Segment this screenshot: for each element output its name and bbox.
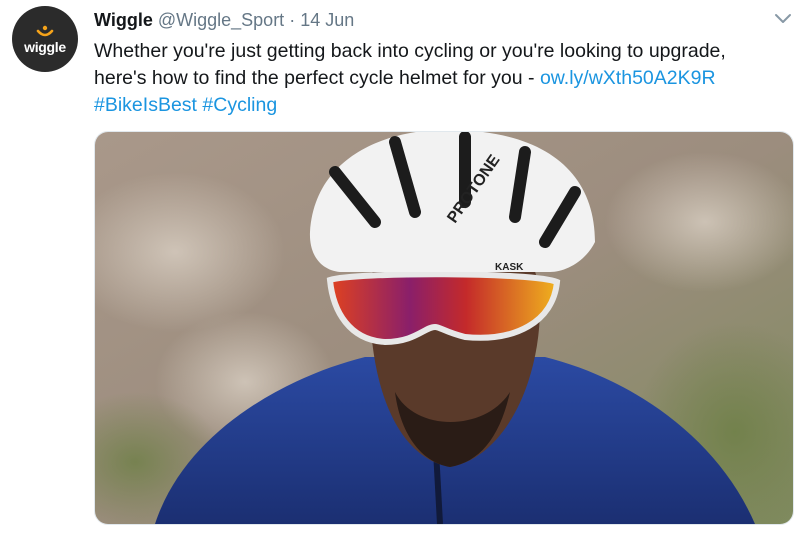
avatar-logo-text: wiggle [24,38,66,55]
hashtag-cycling[interactable]: #Cycling [202,94,277,116]
tweet-link[interactable]: ow.ly/wXth50A2K9R [540,67,716,89]
display-name[interactable]: Wiggle [94,10,153,30]
wiggle-logo-icon [36,25,54,36]
cyclist-photo: PROTONE KASK [95,132,793,524]
hashtag-bikeisbest[interactable]: #BikeIsBest [94,94,197,116]
tweet-text-fragment: here's how to find the perfect cycle hel… [94,67,540,89]
helmet-maker-text: KASK [495,262,524,273]
tweet-text-line: Whether you're just getting back into cy… [94,40,726,62]
user-handle[interactable]: @Wiggle_Sport [158,10,284,30]
tweet-date[interactable]: 14 Jun [300,10,354,30]
tweet-media-image[interactable]: PROTONE KASK [94,131,794,525]
avatar[interactable]: wiggle [12,6,78,72]
chevron-down-icon[interactable] [773,12,793,26]
tweet-text-line: here's how to find the perfect cycle hel… [94,65,794,92]
separator: · [289,10,296,30]
tweet-header: Wiggle @Wiggle_Sport · 14 Jun [94,8,354,32]
tweet-text: Whether you're just getting back into cy… [94,38,794,119]
hashtag-line: #BikeIsBest #Cycling [94,92,794,119]
